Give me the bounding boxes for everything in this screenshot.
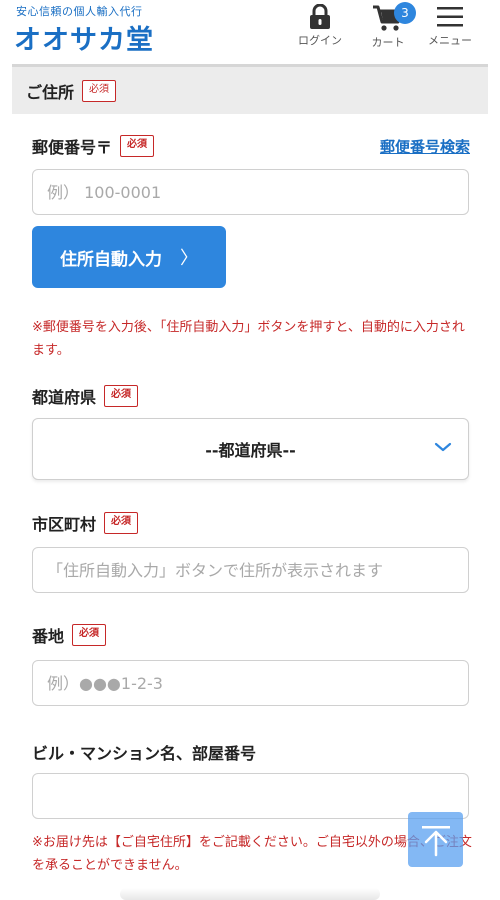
city-input[interactable]: [32, 547, 469, 593]
required-badge: 必須: [104, 512, 139, 534]
site-tagline: 安心信頼の個人輸入代行: [16, 5, 143, 18]
bottom-fade: [120, 888, 380, 900]
lock-icon: [310, 4, 330, 29]
required-badge: 必須: [104, 385, 139, 407]
building-input[interactable]: [32, 773, 469, 819]
site-header: 安心信頼の個人輸入代行 オオサカ堂 ログイン 3 カート メニュー: [0, 0, 500, 62]
cart-label: カート: [371, 36, 405, 49]
site-logo[interactable]: オオサカ堂: [14, 18, 154, 57]
cart-button[interactable]: 3 カート: [358, 2, 418, 54]
login-button[interactable]: ログイン: [290, 4, 350, 54]
street-label: 番地 必須: [32, 623, 107, 647]
address-section-header: ご住所 必須: [12, 64, 488, 114]
postal-code-label: 郵便番号〒 必須: [32, 134, 155, 158]
required-badge: 必須: [82, 79, 117, 102]
arrow-up-icon: [421, 825, 450, 856]
prefecture-select[interactable]: --都道府県--: [32, 418, 469, 480]
postal-code-label-text: 郵便番号〒: [32, 138, 113, 157]
prefecture-selected-value: --都道府県--: [205, 441, 296, 460]
postal-code-note: ※郵便番号を入力後、「住所自動入力」ボタンを押すと、自動的に入力されます。: [32, 320, 465, 358]
city-label: 市区町村 必須: [32, 511, 139, 535]
street-label-text: 番地: [32, 627, 65, 646]
delivery-address-note: ※お届け先は【ご自宅住所】をご記載ください。ご自宅以外の場合、ご注文を承ることが…: [32, 835, 472, 873]
prefecture-label: 都道府県 必須: [32, 384, 139, 408]
chevron-down-icon: [434, 442, 452, 452]
login-label: ログイン: [298, 34, 342, 47]
postal-code-search-link[interactable]: 郵便番号検索: [380, 136, 470, 157]
prefecture-label-text: 都道府県: [32, 388, 97, 407]
address-autofill-label: 住所自動入力: [60, 249, 162, 269]
section-title: ご住所: [26, 82, 75, 102]
menu-label: メニュー: [428, 34, 472, 47]
building-label-text: ビル・マンション名、部屋番号: [32, 744, 257, 763]
street-input[interactable]: [32, 660, 469, 706]
required-badge: 必須: [72, 624, 107, 646]
menu-button[interactable]: メニュー: [420, 4, 480, 54]
required-badge: 必須: [120, 135, 155, 157]
back-to-top-button[interactable]: [408, 812, 463, 867]
address-autofill-button[interactable]: 住所自動入力 〉: [32, 226, 226, 288]
city-label-text: 市区町村: [32, 515, 97, 534]
hamburger-menu-icon: [437, 7, 463, 27]
cart-count-badge: 3: [394, 2, 416, 24]
postal-code-input[interactable]: [32, 169, 469, 215]
chevron-right-icon: 〉: [180, 248, 198, 268]
building-label: ビル・マンション名、部屋番号: [32, 740, 256, 764]
